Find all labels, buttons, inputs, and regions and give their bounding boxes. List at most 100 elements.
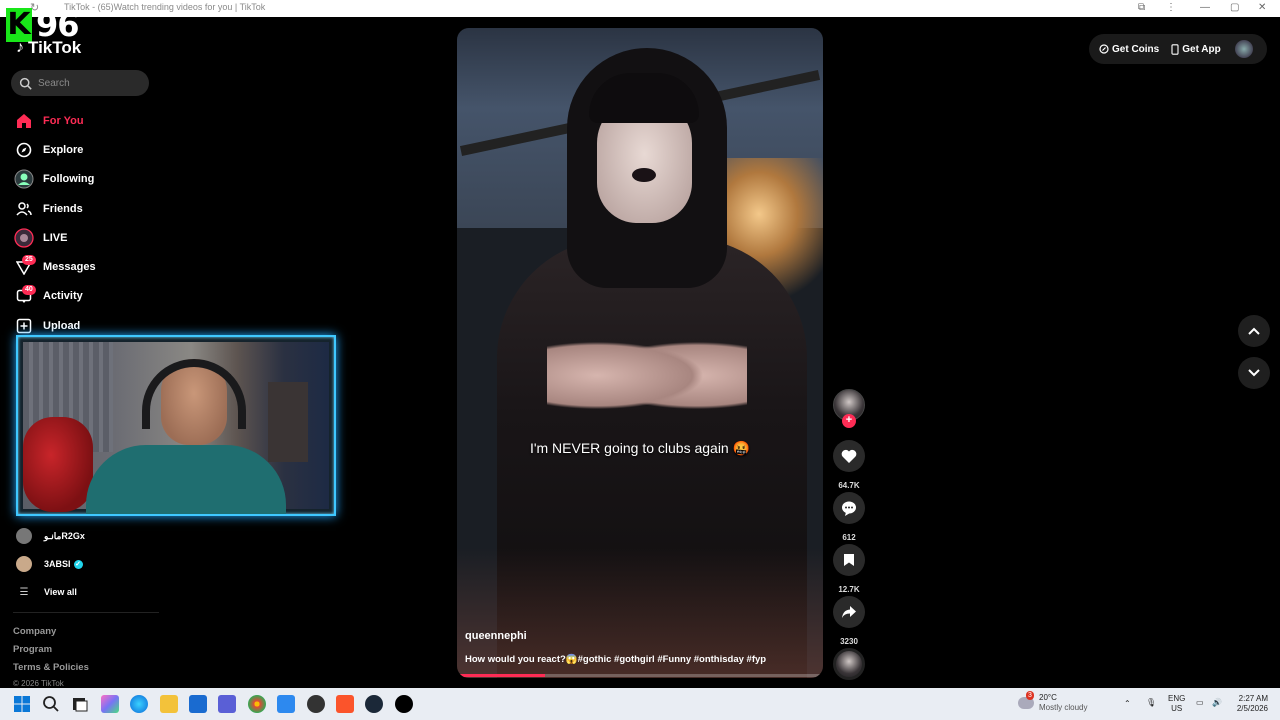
sidebar-item-following[interactable]: Following bbox=[14, 165, 154, 194]
get-app-label: Get App bbox=[1182, 43, 1221, 55]
account-item[interactable]: مانـوR2Gx bbox=[16, 522, 166, 550]
task-view-icon[interactable] bbox=[71, 695, 89, 713]
sound-disc-avatar[interactable] bbox=[833, 648, 865, 680]
network-icon[interactable]: ▭ bbox=[1196, 698, 1204, 708]
bookmark-count: 12.7K bbox=[838, 585, 860, 594]
footer-link-terms[interactable]: Terms & Policies bbox=[13, 660, 89, 678]
like-button[interactable] bbox=[833, 440, 865, 472]
sidebar-item-friends[interactable]: Friends bbox=[14, 194, 154, 223]
copilot-icon[interactable] bbox=[101, 695, 119, 713]
share-action: 3230 bbox=[833, 596, 865, 646]
home-icon bbox=[14, 111, 34, 131]
search-input[interactable] bbox=[38, 77, 138, 89]
video-player[interactable]: I'm NEVER going to clubs again 🤬 queenne… bbox=[457, 28, 823, 678]
avatar bbox=[16, 556, 32, 572]
previous-video-button[interactable] bbox=[1238, 315, 1270, 347]
app-icon-dark[interactable] bbox=[307, 695, 325, 713]
get-coins-label: Get Coins bbox=[1112, 43, 1160, 55]
webcam-shelf bbox=[268, 382, 308, 462]
clock[interactable]: 2:27 AM 2/5/2026 bbox=[1230, 694, 1268, 714]
app-icon-blue[interactable] bbox=[277, 695, 295, 713]
temperature: 20°C bbox=[1039, 693, 1057, 702]
friends-icon bbox=[14, 199, 34, 219]
sidebar-item-label: LIVE bbox=[43, 231, 68, 244]
video-progress-bar[interactable] bbox=[457, 674, 823, 677]
comment-count: 612 bbox=[842, 533, 856, 542]
weather-widget[interactable]: 3 20°C Mostly cloudy bbox=[1018, 691, 1088, 713]
next-video-button[interactable] bbox=[1238, 357, 1270, 389]
footer-link-company[interactable]: Company bbox=[13, 624, 89, 642]
search-bar[interactable] bbox=[11, 70, 149, 96]
sidebar-item-activity[interactable]: 40 Activity bbox=[14, 282, 154, 311]
live-icon bbox=[14, 228, 34, 248]
edge-browser-icon[interactable] bbox=[130, 695, 148, 713]
clock-time: 2:27 AM bbox=[1238, 694, 1268, 703]
footer-link-program[interactable]: Program bbox=[13, 642, 89, 660]
close-icon[interactable]: ✕ bbox=[1258, 2, 1266, 13]
compass-icon bbox=[14, 140, 34, 160]
follow-plus-icon[interactable]: + bbox=[842, 414, 856, 428]
sidebar-item-label: Following bbox=[43, 173, 95, 186]
verified-icon: ✓ bbox=[73, 559, 83, 569]
tiktok-taskbar-icon[interactable] bbox=[395, 695, 413, 713]
get-coins-button[interactable]: Get Coins bbox=[1099, 44, 1159, 55]
list-icon: ☰ bbox=[19, 586, 29, 598]
video-description[interactable]: How would you react?😱#gothic #gothgirl #… bbox=[465, 654, 766, 665]
share-button[interactable] bbox=[833, 596, 865, 628]
bookmark-button[interactable] bbox=[833, 544, 865, 576]
chrome-icon[interactable] bbox=[248, 695, 266, 713]
minimize-icon[interactable]: — bbox=[1200, 2, 1210, 13]
share-icon bbox=[842, 606, 856, 618]
video-author[interactable]: queennephi bbox=[465, 630, 527, 642]
weather-badge: 3 bbox=[1026, 691, 1034, 700]
webcam-person-body bbox=[86, 445, 286, 514]
view-all-link[interactable]: ☰ View all bbox=[16, 578, 166, 606]
maximize-icon[interactable]: ▢ bbox=[1230, 2, 1239, 13]
region-code: US bbox=[1171, 704, 1183, 713]
video-person-bangs bbox=[589, 73, 699, 123]
sidebar-item-explore[interactable]: Explore bbox=[14, 135, 154, 164]
comment-icon bbox=[842, 501, 856, 516]
stream-overlay-logo: K 96 bbox=[6, 6, 80, 44]
extensions-icon[interactable]: ⧉ bbox=[1138, 2, 1145, 13]
language-indicator[interactable]: ENG US bbox=[1168, 694, 1185, 714]
weather-condition: Mostly cloudy bbox=[1039, 703, 1088, 712]
sidebar-item-messages[interactable]: 25 Messages bbox=[14, 252, 154, 281]
microphone-icon[interactable]: 🎙 bbox=[1146, 698, 1156, 708]
account-name-text: مانـوR2Gx bbox=[44, 530, 85, 541]
browser-tab-title: TikTok - (65)Watch trending videos for y… bbox=[64, 2, 266, 12]
comment-button[interactable] bbox=[833, 492, 865, 524]
overlay-logo-k: K bbox=[6, 7, 32, 42]
windows-start-icon[interactable] bbox=[13, 695, 31, 713]
phone-icon bbox=[1171, 43, 1179, 55]
sidebar-item-label: Messages bbox=[43, 261, 96, 274]
brave-browser-icon[interactable] bbox=[336, 695, 354, 713]
sidebar-item-for-you[interactable]: For You bbox=[14, 106, 154, 135]
app-name: TikTok bbox=[28, 38, 82, 57]
teams-icon[interactable] bbox=[218, 695, 236, 713]
profile-avatar[interactable] bbox=[1234, 40, 1253, 58]
taskbar-search-icon[interactable] bbox=[42, 695, 60, 713]
file-explorer-icon[interactable] bbox=[160, 695, 178, 713]
copyright: © 2026 TikTok bbox=[13, 679, 64, 688]
tiktok-logo[interactable]: ♪ TikTok bbox=[16, 38, 81, 58]
volume-icon[interactable]: 🔊 bbox=[1212, 698, 1222, 708]
sidebar-divider bbox=[13, 612, 159, 613]
account-name: 3ABSI ✓ bbox=[44, 559, 83, 569]
get-app-button[interactable]: Get App bbox=[1171, 44, 1221, 55]
tray-expand-icon[interactable]: ⌃ bbox=[1124, 699, 1131, 709]
coin-icon bbox=[1099, 44, 1109, 54]
menu-dots-icon[interactable]: ⋮ bbox=[1166, 2, 1176, 13]
sidebar-item-label: Activity bbox=[43, 290, 83, 303]
video-person-hands bbox=[547, 328, 747, 423]
account-item[interactable]: 3ABSI ✓ bbox=[16, 550, 166, 578]
browser-titlebar: ↻ TikTok - (65)Watch trending videos for… bbox=[0, 0, 1280, 17]
sidebar-item-label: Friends bbox=[43, 202, 83, 215]
store-icon[interactable] bbox=[189, 695, 207, 713]
video-person-lips bbox=[632, 168, 656, 182]
sidebar-nav: For You Explore Following Friends LIVE 2… bbox=[14, 106, 154, 340]
chevron-down-icon bbox=[1248, 369, 1260, 377]
sidebar-item-live[interactable]: LIVE bbox=[14, 223, 154, 252]
upload-icon bbox=[14, 316, 34, 336]
steam-icon[interactable] bbox=[365, 695, 383, 713]
